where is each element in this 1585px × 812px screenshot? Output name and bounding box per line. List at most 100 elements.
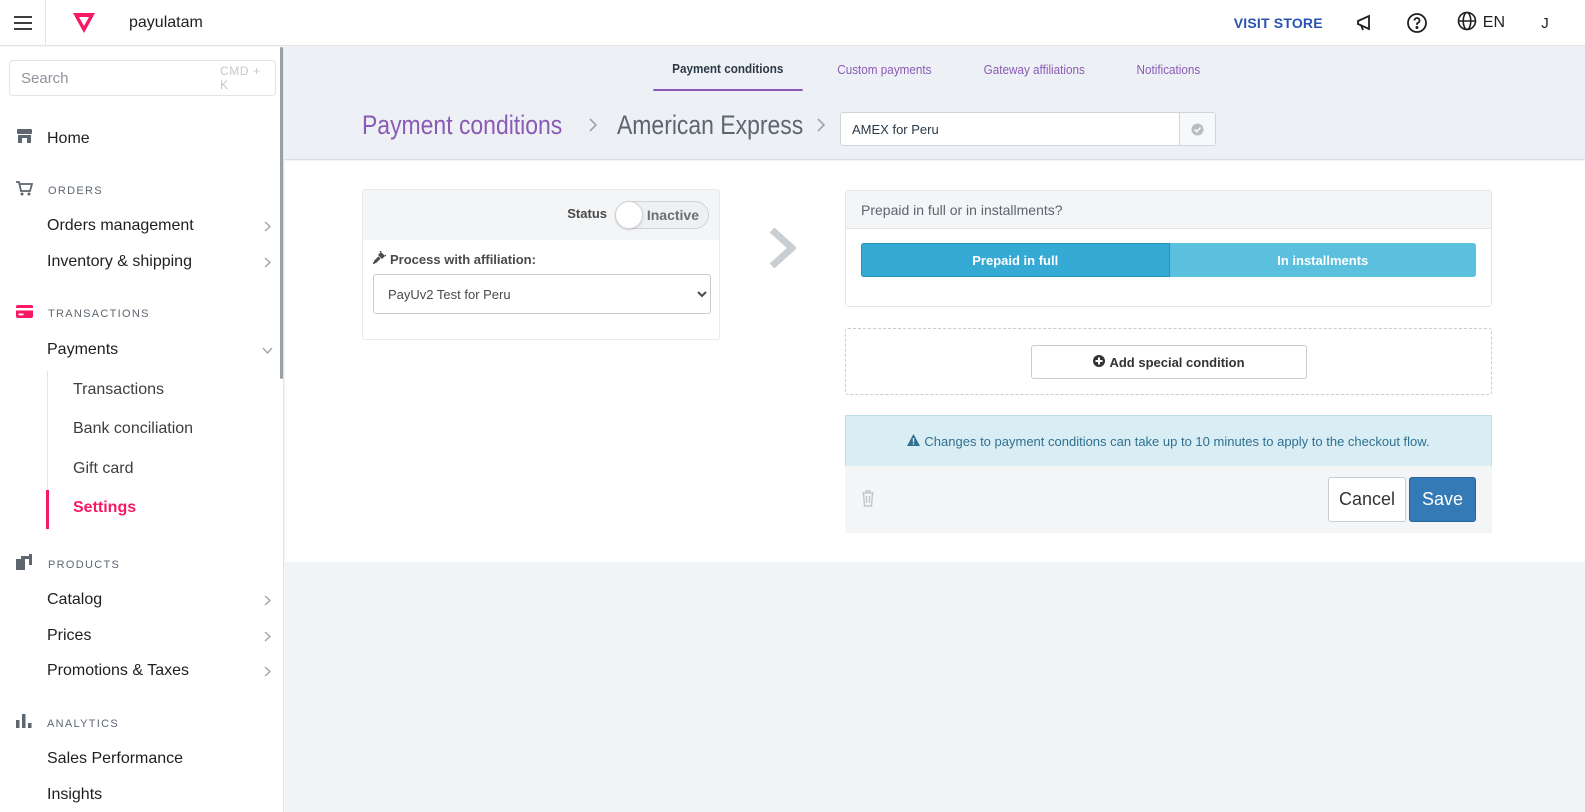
in-installments-button[interactable]: In installments <box>1169 243 1476 277</box>
add-special-condition-label: Add special condition <box>1109 354 1245 370</box>
chevron-right-icon <box>587 117 599 133</box>
sidebar-item-inventory-shipping[interactable]: Inventory & shipping <box>47 253 273 271</box>
payment-type-toggle: Prepaid in full In installments <box>861 243 1476 277</box>
sidebar-item-orders-management[interactable]: Orders management <box>47 217 273 235</box>
breadcrumb-american-express: American Express <box>617 110 804 140</box>
form-actions-bar: Cancel Save <box>845 466 1492 533</box>
sidebar-item-prices[interactable]: Prices <box>47 627 273 645</box>
prepaid-in-full-button[interactable]: Prepaid in full <box>861 243 1170 277</box>
user-avatar[interactable]: J <box>1533 11 1557 35</box>
help-icon[interactable] <box>1405 11 1429 35</box>
chevron-right-icon <box>261 594 273 606</box>
sidebar-item-insights[interactable]: Insights <box>47 786 273 804</box>
bar-chart-icon <box>16 714 32 733</box>
add-special-condition-button[interactable]: Add special condition <box>1031 345 1307 379</box>
arrow-right-icon <box>767 227 797 269</box>
status-toggle[interactable]: Inactive <box>615 201 709 229</box>
toggle-knob <box>615 201 643 229</box>
visit-store-link[interactable]: VISIT STORE <box>1234 15 1323 31</box>
section-label: TRANSACTIONS <box>48 308 150 320</box>
sidebar-item-label: Prices <box>47 627 92 644</box>
sidebar-item-home[interactable]: Home <box>16 128 90 149</box>
cancel-button[interactable]: Cancel <box>1328 477 1406 522</box>
menu-icon[interactable] <box>0 0 46 46</box>
tab-payment-conditions[interactable]: Payment conditions <box>653 47 803 91</box>
sidebar-item-label: Orders management <box>47 217 194 234</box>
sidebar-scrollbar[interactable] <box>280 47 283 379</box>
top-bar: payulatam VISIT STORE EN J <box>0 0 1585 46</box>
sidebar-item-catalog[interactable]: Catalog <box>47 591 273 609</box>
search-field[interactable]: CMD + K <box>9 60 276 96</box>
rule-name-input[interactable] <box>841 113 1179 145</box>
plus-circle-icon <box>1093 354 1106 370</box>
sidebar-subitem-settings[interactable]: Settings <box>73 499 136 517</box>
rule-name-field[interactable] <box>840 112 1216 146</box>
sidebar-subitem-gift-card[interactable]: Gift card <box>73 460 133 478</box>
chevron-down-icon <box>261 344 273 356</box>
tab-gateway-affiliations[interactable]: Gateway affiliations <box>965 47 1104 91</box>
status-header: Status Inactive <box>363 190 719 240</box>
affiliation-card: Status Inactive Process with affiliation… <box>362 189 720 340</box>
tab-custom-payments[interactable]: Custom payments <box>818 47 950 91</box>
breadcrumb-payment-conditions[interactable]: Payment conditions <box>362 110 562 141</box>
save-button[interactable]: Save <box>1409 477 1476 522</box>
sidebar-item-promotions-taxes[interactable]: Promotions & Taxes <box>47 662 273 680</box>
megaphone-icon[interactable] <box>1353 11 1377 35</box>
notice-text: Changes to payment conditions can take u… <box>924 433 1430 449</box>
section-label: PRODUCTS <box>48 558 121 571</box>
sidebar-item-label: Promotions & Taxes <box>47 662 189 679</box>
trash-icon[interactable] <box>859 488 877 508</box>
affiliation-select[interactable]: PayUv2 Test for Peru <box>373 274 711 314</box>
sidebar-subitem-bank-conciliation[interactable]: Bank conciliation <box>73 420 193 438</box>
language-selector[interactable]: EN <box>1457 11 1505 36</box>
tab-bar: Payment conditions Custom payments Gatew… <box>285 47 1585 91</box>
tab-notifications[interactable]: Notifications <box>1118 47 1220 91</box>
sidebar-item-label: Inventory & shipping <box>47 253 192 270</box>
affiliation-label: Process with affiliation: <box>372 250 536 267</box>
payment-type-question: Prepaid in full or in installments? <box>846 191 1491 229</box>
sidebar: CMD + K Home ORDERS Orders management In… <box>0 47 284 812</box>
sidebar-item-label: Sales Performance <box>47 750 184 767</box>
sidebar-subitem-transactions[interactable]: Transactions <box>73 381 164 399</box>
globe-icon <box>1457 11 1477 36</box>
status-label: Status <box>567 205 607 221</box>
products-icon <box>16 554 33 575</box>
sidebar-item-label: Insights <box>47 786 103 803</box>
special-condition-area: Add special condition <box>845 328 1492 395</box>
payment-type-card: Prepaid in full or in installments? Prep… <box>845 190 1492 307</box>
account-name: payulatam <box>129 13 203 31</box>
section-products: PRODUCTS <box>16 554 120 575</box>
section-label: ANALYTICS <box>47 717 120 730</box>
sidebar-item-label: Home <box>47 129 90 147</box>
main-content: Payment conditions Custom payments Gatew… <box>285 47 1585 812</box>
search-input[interactable] <box>21 69 220 87</box>
cart-icon <box>16 181 34 201</box>
plug-icon <box>372 250 387 267</box>
section-analytics: ANALYTICS <box>16 714 119 733</box>
chevron-right-icon <box>261 256 273 268</box>
chevron-right-icon <box>261 220 273 232</box>
section-label: ORDERS <box>48 185 103 197</box>
chevron-right-icon <box>261 630 273 642</box>
section-transactions: TRANSACTIONS <box>16 305 150 323</box>
toggle-state-label: Inactive <box>646 207 699 223</box>
sidebar-item-label: Catalog <box>47 591 103 608</box>
form-area: Status Inactive Process with affiliation… <box>285 161 1585 562</box>
store-icon <box>16 128 33 149</box>
sidebar-item-label: Payments <box>47 341 119 358</box>
sidebar-item-payments[interactable]: Payments <box>47 341 273 359</box>
warning-icon <box>907 433 921 449</box>
section-orders: ORDERS <box>16 181 103 201</box>
info-notice: Changes to payment conditions can take u… <box>845 415 1492 467</box>
chevron-right-icon <box>815 117 827 133</box>
confirm-check-icon[interactable] <box>1179 113 1215 145</box>
language-label: EN <box>1482 14 1505 31</box>
active-indicator <box>46 490 49 529</box>
vtex-logo-icon[interactable] <box>70 9 98 37</box>
chevron-right-icon <box>261 665 273 677</box>
search-shortcut-hint: CMD + K <box>220 64 261 92</box>
sidebar-item-sales-performance[interactable]: Sales Performance <box>47 750 273 768</box>
header-band: Payment conditions Custom payments Gatew… <box>285 47 1585 160</box>
affiliation-label-text: Process with affiliation: <box>390 251 536 267</box>
credit-card-icon <box>16 305 33 323</box>
